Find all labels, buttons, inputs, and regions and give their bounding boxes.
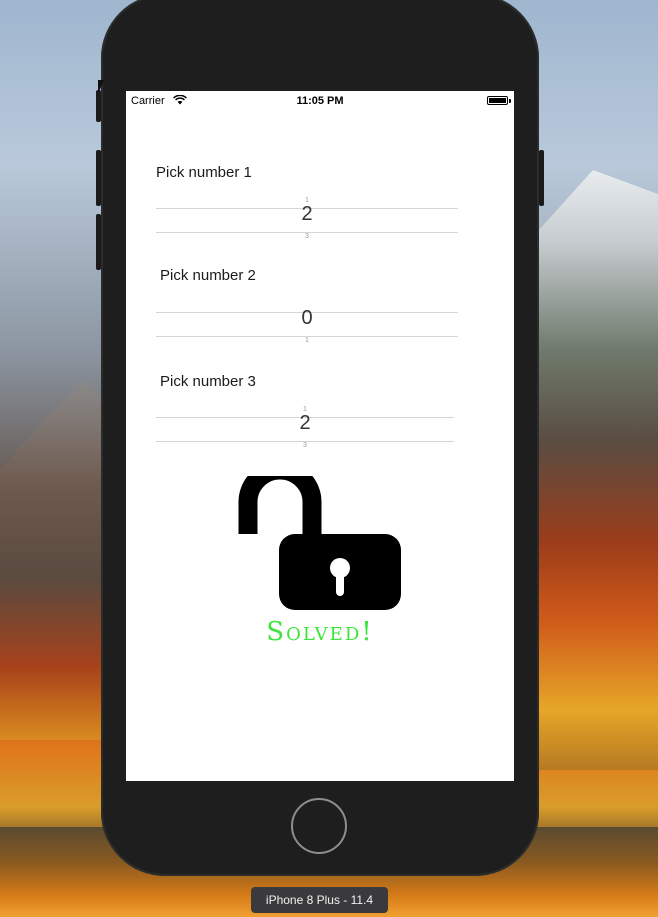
picker-2-ghost-below: 1 <box>305 337 309 344</box>
picker-3-selected-value: 2 <box>299 412 311 434</box>
solved-status-label: Solved! <box>266 617 374 647</box>
battery-icon <box>487 96 508 105</box>
mute-switch <box>96 90 101 122</box>
picker-3-ghost-below: 3 <box>303 442 307 449</box>
pick-number-3-label: Pick number 3 <box>160 373 256 390</box>
status-bar: Carrier 11:05 PM <box>126 91 514 111</box>
pick-number-2-label: Pick number 2 <box>160 267 256 284</box>
unlocked-padlock-icon <box>237 460 402 616</box>
battery-tip <box>509 99 511 103</box>
number-picker-1[interactable]: 1 2 3 <box>156 197 458 240</box>
volume-down-button <box>96 214 101 270</box>
mouse-pointer-icon <box>98 80 104 94</box>
picker-1-ghost-below: 3 <box>305 233 309 240</box>
home-button[interactable] <box>291 798 347 854</box>
picker-1-selected-value: 2 <box>301 203 313 225</box>
desktop-mountain-right <box>528 170 658 770</box>
pick-number-1-label: Pick number 1 <box>156 164 252 181</box>
picker-2-selected-value: 0 <box>301 307 313 329</box>
volume-up-button <box>96 150 101 206</box>
power-button <box>539 150 544 206</box>
app-screen: Carrier 11:05 PM Pick number 1 1 2 3 Pic… <box>126 91 514 781</box>
number-picker-2[interactable]: 0 1 <box>156 301 458 344</box>
status-time: 11:05 PM <box>296 95 344 107</box>
simulator-device-label: iPhone 8 Plus - 11.4 <box>251 887 388 913</box>
number-picker-3[interactable]: 1 2 3 <box>156 406 454 449</box>
